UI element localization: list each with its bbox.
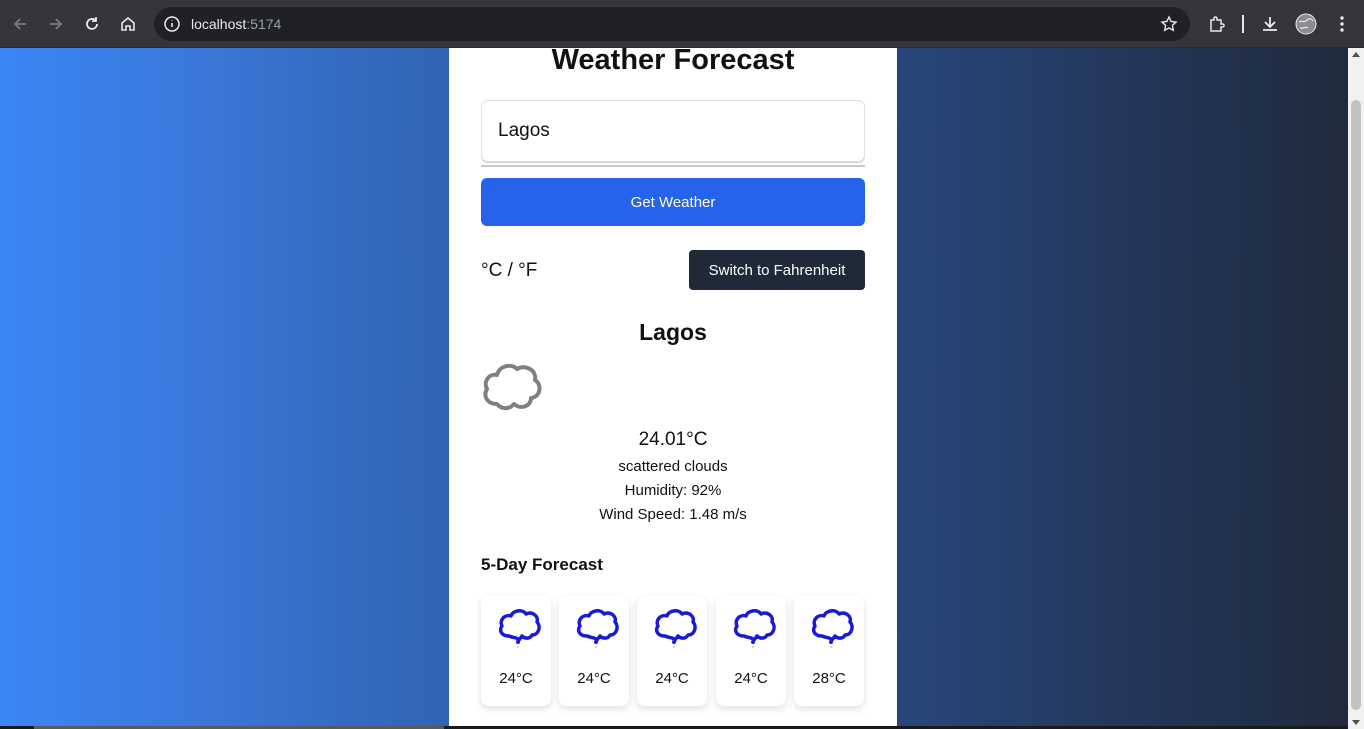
rain-cloud-icon	[811, 609, 854, 648]
city-name: Lagos	[639, 319, 707, 345]
url-port: :5174	[246, 16, 282, 32]
rain-cloud-icon	[733, 609, 776, 648]
cloud-icon	[483, 363, 542, 411]
profile-button[interactable]	[1294, 12, 1318, 36]
address-bar[interactable]: localhost:5174	[154, 7, 1190, 41]
current-temperature: 24.01°C	[638, 429, 708, 450]
rain-cloud-icon	[576, 609, 619, 648]
reload-button[interactable]	[77, 9, 107, 39]
unit-label: °C / °F	[481, 260, 538, 281]
info-icon[interactable]	[163, 15, 181, 33]
scroll-up-arrow-icon[interactable]	[1352, 52, 1360, 57]
weather-card: Weather Forecast Get Weather °C / °F Swi…	[449, 48, 897, 729]
toolbar-divider	[1242, 15, 1244, 33]
forecast-day-card: 24°C	[481, 596, 551, 706]
rain-cloud-icon	[498, 609, 541, 648]
page-viewport: Weather Forecast Get Weather °C / °F Swi…	[0, 48, 1348, 729]
forecast-temp: 24°C	[577, 670, 611, 687]
forecast-day-card: 28°C	[794, 596, 864, 706]
wind-speed-text: Wind Speed: 1.48 m/s	[599, 506, 747, 523]
forecast-temp: 28°C	[812, 670, 846, 687]
downloads-button[interactable]	[1258, 12, 1282, 36]
forecast-temp: 24°C	[499, 670, 533, 687]
download-icon	[1263, 17, 1277, 31]
forecast-day-card: 24°C	[637, 596, 707, 706]
forecast-temp: 24°C	[655, 670, 689, 687]
back-button[interactable]	[5, 9, 35, 39]
forecast-day-card: 24°C	[716, 596, 786, 706]
bookmark-star-icon[interactable]	[1160, 15, 1178, 33]
reload-icon	[86, 17, 98, 30]
home-icon	[121, 16, 135, 31]
get-weather-button[interactable]: Get Weather	[481, 178, 865, 226]
puzzle-icon	[1210, 16, 1225, 32]
switch-unit-button[interactable]: Switch to Fahrenheit	[689, 250, 865, 290]
forecast-day-card: 24°C	[559, 596, 629, 706]
vertical-scrollbar[interactable]	[1348, 48, 1364, 729]
browser-toolbar: localhost:5174	[0, 0, 1364, 48]
url-text: localhost:5174	[191, 16, 281, 32]
menu-button[interactable]	[1330, 12, 1354, 36]
scrollbar-thumb[interactable]	[1351, 100, 1361, 710]
avatar-icon	[1295, 13, 1317, 35]
forecast-title: 5-Day Forecast	[481, 555, 603, 574]
humidity-text: Humidity: 92%	[624, 482, 722, 499]
rain-cloud-icon	[654, 609, 697, 648]
weather-description: scattered clouds	[618, 458, 728, 475]
scroll-down-arrow-icon[interactable]	[1352, 720, 1360, 725]
arrow-left-icon	[13, 18, 26, 30]
home-button[interactable]	[113, 9, 143, 39]
extensions-button[interactable]	[1205, 12, 1229, 36]
input-underline	[481, 165, 865, 167]
more-vertical-icon	[1340, 16, 1344, 32]
page-title: Weather Forecast	[551, 48, 795, 76]
forecast-temp: 24°C	[734, 670, 768, 687]
city-search-input[interactable]	[481, 100, 865, 162]
arrow-right-icon	[50, 18, 63, 30]
forward-button[interactable]	[41, 9, 71, 39]
url-host: localhost	[191, 16, 247, 32]
